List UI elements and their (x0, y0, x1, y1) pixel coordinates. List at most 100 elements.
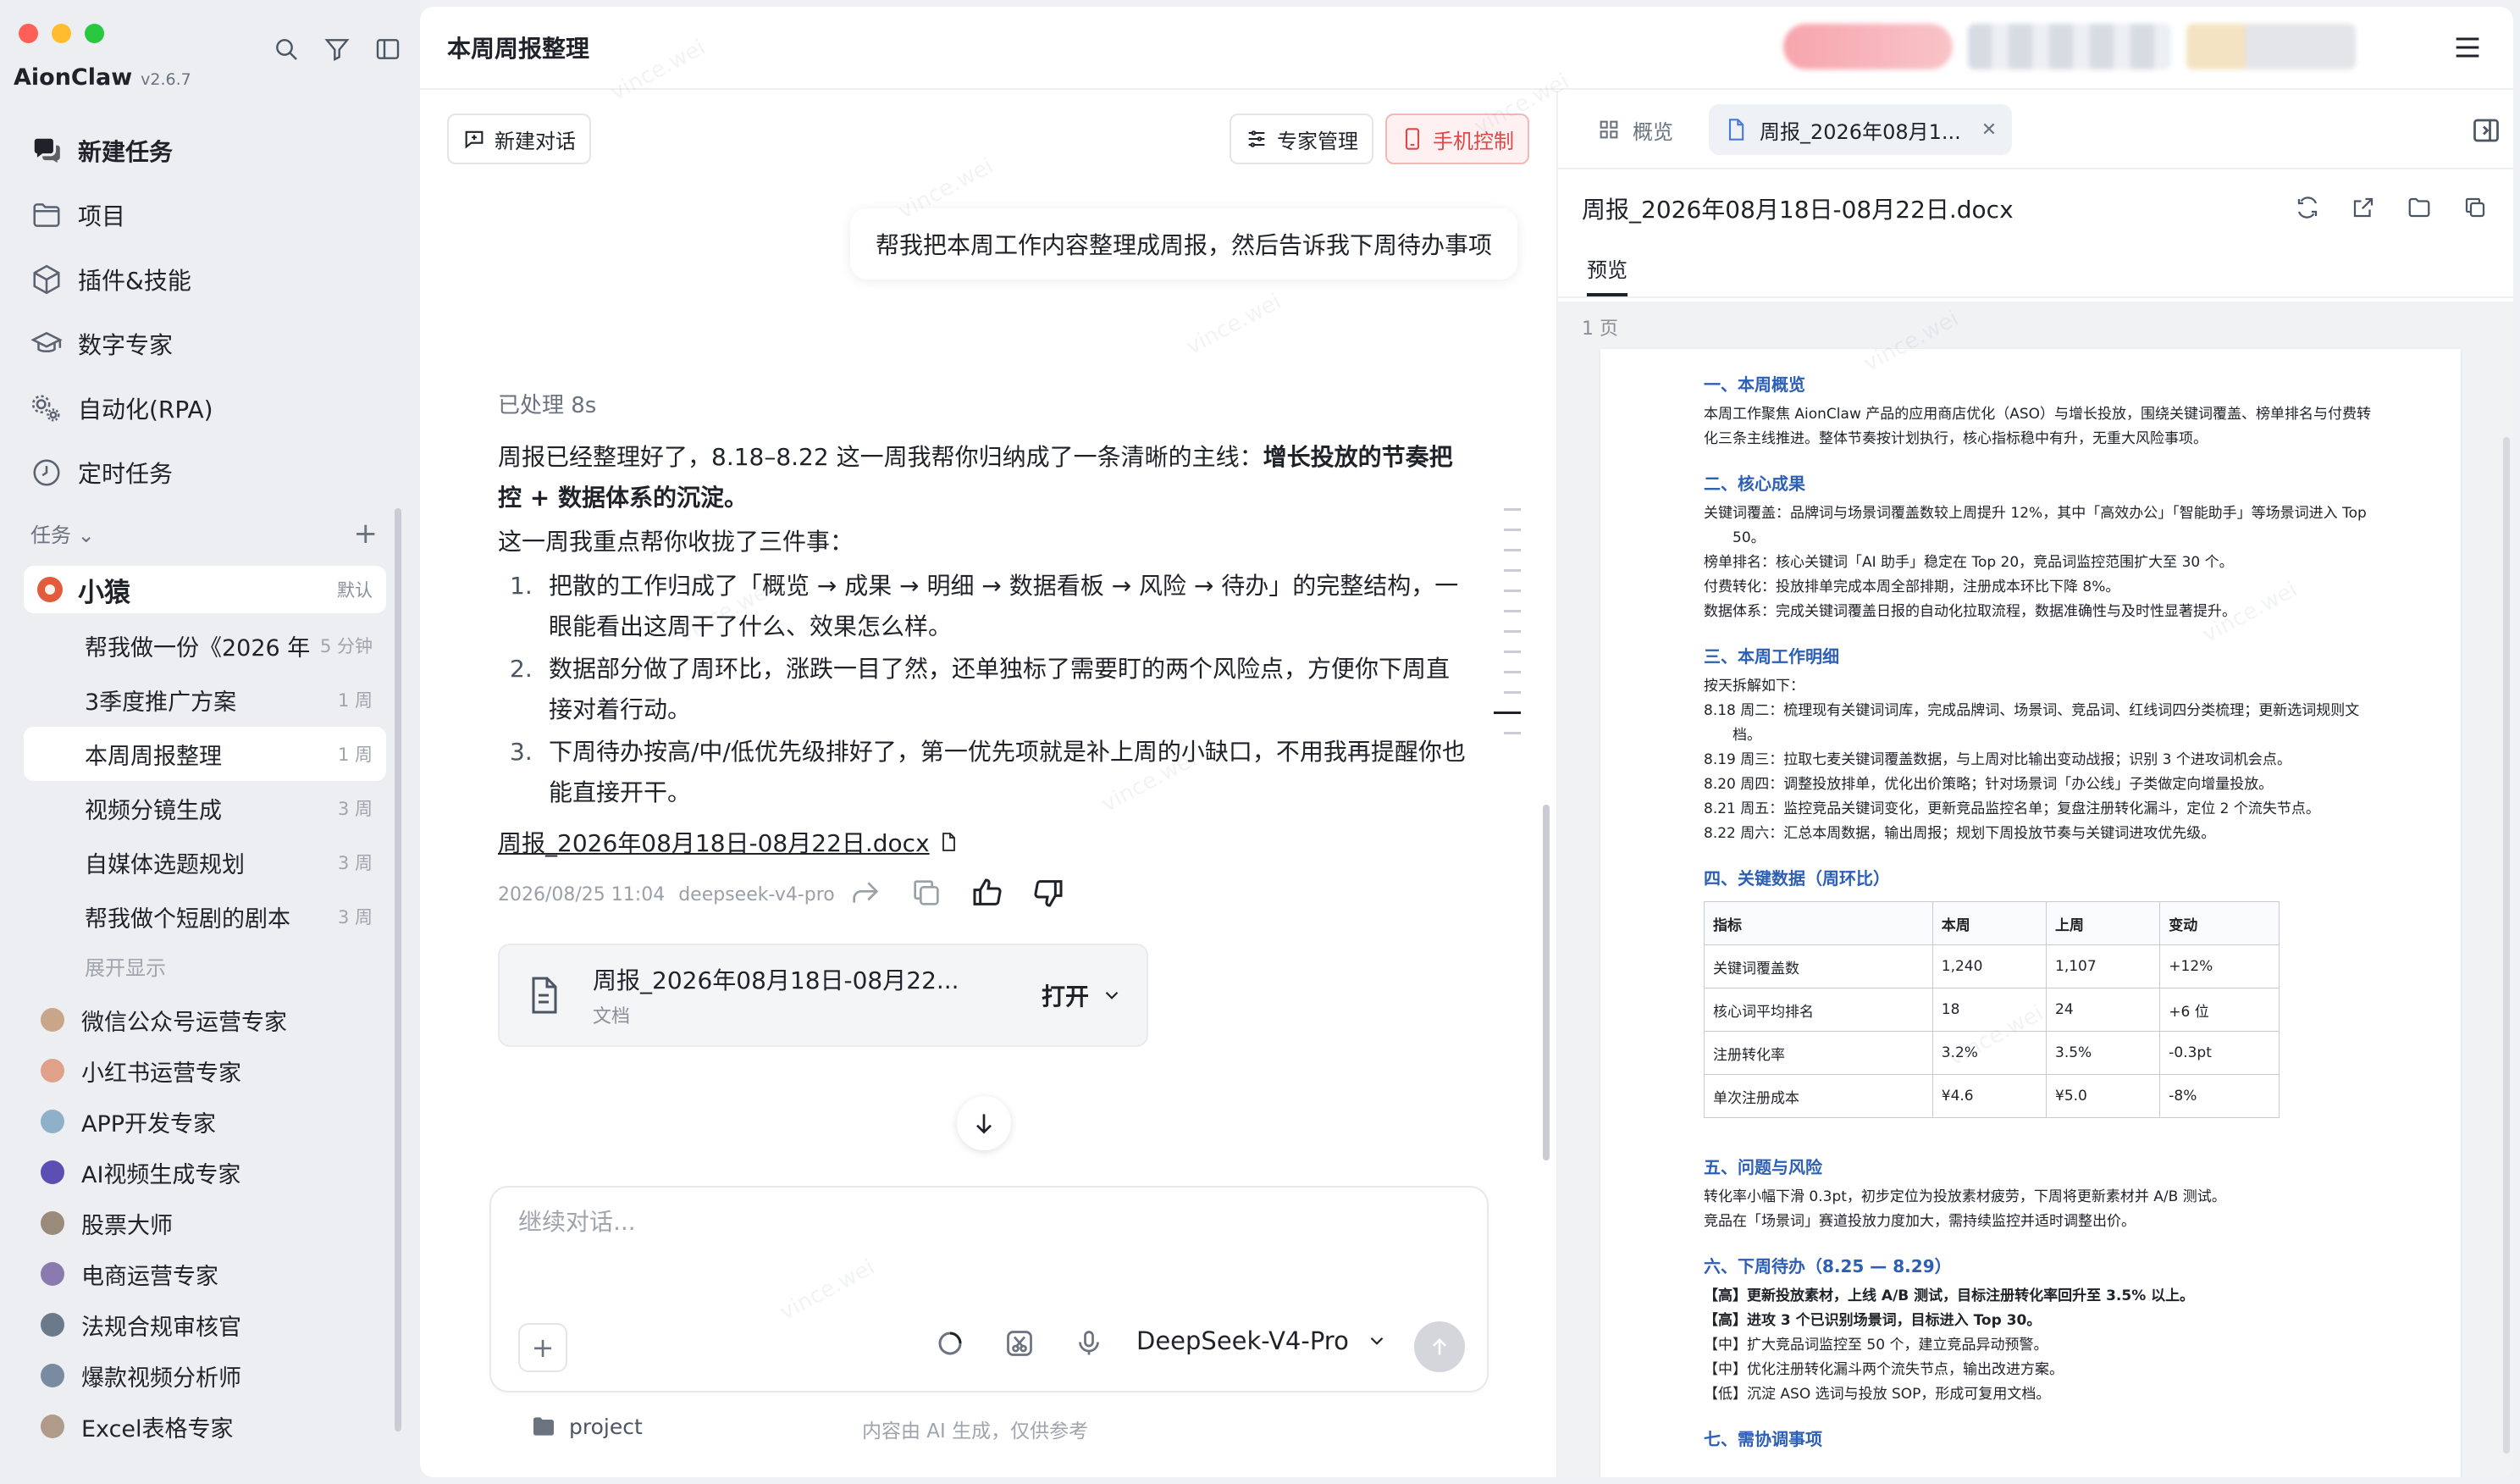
copy-icon[interactable] (2462, 195, 2488, 220)
external-link-icon[interactable] (2351, 195, 2376, 220)
nav-projects[interactable]: 项目 (19, 183, 408, 247)
nav-experts[interactable]: 数字专家 (19, 312, 408, 376)
preview-tabs: 概览 周报_2026年08月1... ✕ (1558, 91, 2513, 169)
attach-button[interactable]: + (518, 1323, 567, 1372)
nav-rpa[interactable]: 自动化(RPA) (19, 376, 408, 440)
graduation-cap-icon (30, 328, 63, 360)
composer-tools (935, 1328, 1104, 1359)
outline-mark[interactable] (1504, 651, 1521, 653)
doc-link[interactable]: 周报_2026年08月18日-08月22日.docx (498, 825, 959, 859)
scissors-icon[interactable] (1004, 1328, 1035, 1359)
doc-link-text: 周报_2026年08月18日-08月22日.docx (498, 829, 930, 857)
task-item[interactable]: 帮我做一份《2026 年 5 分钟 (24, 618, 386, 673)
table-cell: ¥5.0 (2046, 1074, 2161, 1118)
preview-toolbar (2295, 195, 2488, 220)
model-selector[interactable]: DeepSeek-V4-Pro (1136, 1326, 1388, 1355)
outline-mark[interactable] (1504, 630, 1521, 633)
expert-item[interactable]: 小红书运营专家 (24, 1045, 386, 1096)
filter-icon[interactable] (323, 36, 351, 63)
agent-row[interactable]: 小猿 默认 (24, 566, 386, 613)
sidebar-scrollbar[interactable] (395, 508, 401, 1431)
loading-circle-icon[interactable] (935, 1328, 965, 1359)
task-item[interactable]: 帮我做个短剧的剧本 3 周 (24, 889, 386, 944)
message-actions (848, 876, 1065, 910)
outline-mark[interactable] (1504, 508, 1521, 511)
phone-control-button[interactable]: 手机控制 (1385, 114, 1529, 164)
main-panel: 本周周报整理 新建对话 专家管理 手机控制 帮我把本周工作内容整理成周报，然后告… (420, 7, 2513, 1477)
expert-item[interactable]: 爆款视频分析师 (24, 1350, 386, 1401)
outline-mark[interactable] (1504, 671, 1521, 673)
doc-section-heading: 三、本周工作明细 (1704, 646, 1839, 667)
task-item[interactable]: 视频分镜生成 3 周 (24, 781, 386, 835)
nav-scheduled[interactable]: 定时任务 (19, 440, 408, 505)
preview-subtabs: 预览 (1558, 247, 2513, 298)
tasks-header-toggle[interactable]: 任务 ⌄ (30, 518, 95, 548)
app-name: AionClaw (14, 64, 133, 91)
task-title: 自媒体选题规划 (85, 851, 245, 878)
tab-preview[interactable]: 预览 (1587, 253, 1628, 296)
project-selector[interactable]: project (530, 1413, 643, 1440)
thumbs-up-icon[interactable] (970, 876, 1004, 910)
nav-label: 新建任务 (78, 138, 174, 166)
table-cell: 本周 (1931, 901, 2048, 945)
expert-item[interactable]: 电商运营专家 (24, 1249, 386, 1299)
share-icon[interactable] (848, 876, 882, 910)
thumbs-down-icon[interactable] (1031, 876, 1065, 910)
preview-scrollbar[interactable] (2503, 437, 2510, 1454)
outline-mark[interactable] (1504, 732, 1521, 734)
expert-item[interactable]: AI视频生成专家 (24, 1147, 386, 1198)
message-outline-nav[interactable] (1494, 508, 1528, 752)
copy-icon[interactable] (909, 876, 943, 910)
refresh-icon[interactable] (2295, 195, 2320, 220)
task-item[interactable]: 自媒体选题规划 3 周 (24, 835, 386, 889)
chat-input[interactable] (518, 1208, 1450, 1236)
gears-icon (30, 392, 63, 424)
outline-mark[interactable] (1504, 529, 1521, 531)
tab-document[interactable]: 周报_2026年08月1... ✕ (1709, 104, 2013, 155)
expand-tasks-link[interactable]: 展开显示 (24, 944, 386, 988)
expert-item[interactable]: APP开发专家 (24, 1096, 386, 1147)
expert-item[interactable]: Excel表格专家 (24, 1401, 386, 1452)
outline-mark[interactable] (1504, 549, 1521, 551)
file-icon (523, 975, 564, 1016)
microphone-icon[interactable] (1074, 1328, 1104, 1359)
expert-avatar (41, 1415, 64, 1438)
outline-mark-active[interactable] (1494, 712, 1521, 714)
expert-item[interactable]: 微信公众号运营专家 (24, 994, 386, 1045)
task-list: 帮我做一份《2026 年 5 分钟 3季度推广方案 1 周 本周周报整理 1 周… (24, 618, 386, 988)
outline-mark[interactable] (1504, 610, 1521, 612)
scroll-to-bottom-button[interactable] (957, 1096, 1011, 1150)
open-file-button[interactable]: 打开 (1042, 978, 1123, 1012)
page-count: 1 页 (1582, 318, 1618, 340)
collapse-panel-icon[interactable] (2471, 115, 2501, 146)
phone-control-label: 手机控制 (1433, 129, 1514, 153)
nav-plugins[interactable]: 插件&技能 (19, 247, 408, 312)
search-icon[interactable] (273, 36, 300, 63)
processed-status[interactable]: 已处理 8s (498, 388, 596, 419)
file-card[interactable]: 周报_2026年08月18日-08月22... 文档 打开 (498, 944, 1148, 1047)
expert-item[interactable]: 股票大师 (24, 1198, 386, 1249)
doc-paragraph: 数据体系：完成关键词覆盖日报的自动化拉取流程，数据准确性与及时性显著提升。 (1704, 603, 2236, 620)
table-cell: ¥4.6 (1931, 1074, 2048, 1118)
expert-item[interactable]: 法规合规审核官 (24, 1299, 386, 1350)
close-window-button[interactable] (19, 24, 38, 43)
nav-new-task[interactable]: 新建任务 (19, 119, 408, 183)
tab-overview[interactable]: 概览 (1582, 104, 1688, 155)
sidebar-toggle-icon[interactable] (374, 36, 401, 63)
outline-mark[interactable] (1504, 691, 1521, 694)
close-tab-icon[interactable]: ✕ (1981, 119, 1997, 141)
add-task-icon[interactable]: + (354, 519, 379, 548)
send-button[interactable] (1414, 1321, 1465, 1372)
folder-icon[interactable] (2407, 195, 2432, 220)
maximize-window-button[interactable] (85, 24, 104, 43)
expert-manage-button[interactable]: 专家管理 (1230, 114, 1373, 164)
new-chat-button[interactable]: 新建对话 (447, 114, 591, 164)
minimize-window-button[interactable] (52, 24, 71, 43)
hamburger-menu-icon[interactable] (2451, 30, 2484, 64)
task-time: 3 周 (337, 853, 373, 873)
outline-mark[interactable] (1504, 590, 1521, 592)
task-item[interactable]: 3季度推广方案 1 周 (24, 673, 386, 727)
task-item-active[interactable]: 本周周报整理 1 周 (24, 727, 386, 781)
chat-scrollbar[interactable] (1543, 805, 1550, 1160)
outline-mark[interactable] (1504, 569, 1521, 572)
